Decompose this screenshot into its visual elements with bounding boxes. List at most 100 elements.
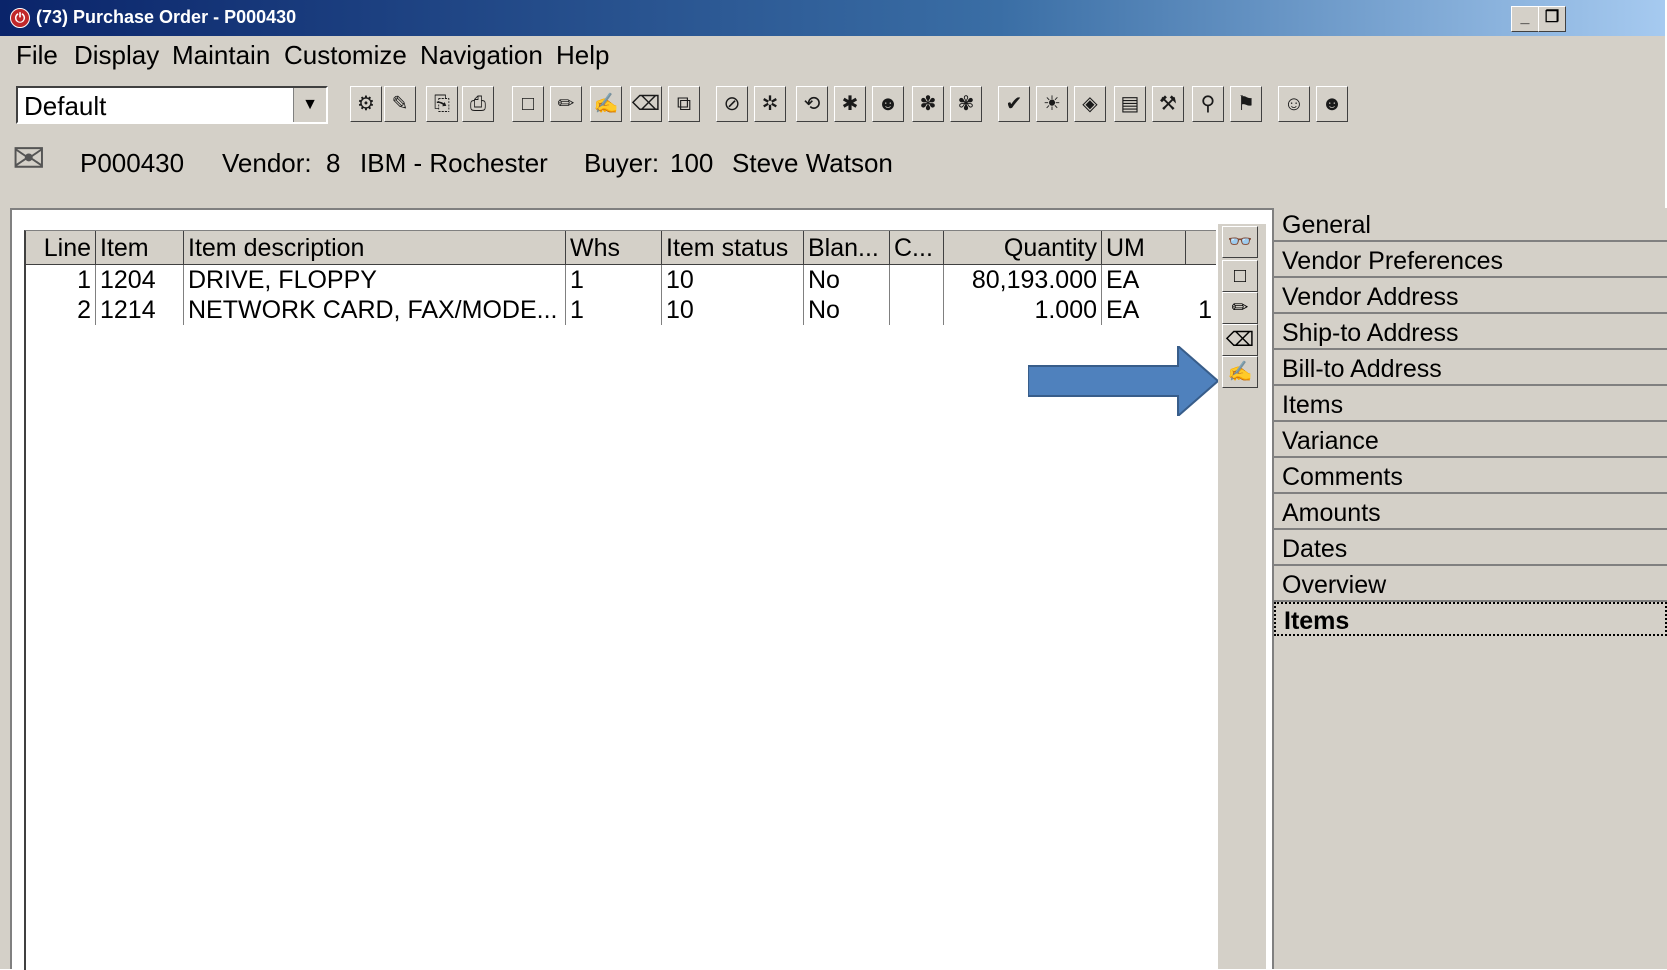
inquiry-icon[interactable]: ⚲	[1192, 86, 1224, 122]
nav-bill-to-address[interactable]: Bill-to Address	[1274, 352, 1667, 386]
receipts-icon[interactable]: ✱	[834, 86, 866, 122]
col-header-um[interactable]: UM	[1102, 231, 1186, 265]
vendor-icon[interactable]: ☻	[872, 86, 904, 122]
schedule-icon[interactable]: ✾	[950, 86, 982, 122]
approve-icon[interactable]: ✔	[998, 86, 1030, 122]
nav-amounts[interactable]: Amounts	[1274, 496, 1667, 530]
menu-help[interactable]: Help	[556, 40, 609, 71]
tools-icon[interactable]: ⚒	[1152, 86, 1184, 122]
title-bar: ⏻ (73) Purchase Order - P000430 _ ❐	[0, 0, 1665, 36]
minimize-button[interactable]: _	[1511, 6, 1539, 32]
buyer-id: 100	[670, 148, 714, 178]
row1-whs[interactable]: 1	[566, 265, 662, 295]
col-header-extra[interactable]	[1186, 231, 1216, 265]
menu-customize[interactable]: Customize	[284, 40, 407, 71]
row2-item[interactable]: 1214	[96, 295, 184, 325]
new-line-icon[interactable]: □	[1222, 260, 1258, 292]
nav-items-active[interactable]: Items	[1274, 602, 1667, 636]
copy-icon[interactable]: ⎘	[426, 86, 458, 122]
restore-button[interactable]: ❐	[1538, 6, 1566, 32]
edit-line-icon[interactable]: ✏	[1222, 292, 1258, 324]
row1-item[interactable]: 1204	[96, 265, 184, 295]
menu-file[interactable]: File	[16, 40, 58, 71]
menu-bar: File Display Maintain Customize Navigati…	[0, 36, 1665, 74]
vendor-id: 8	[326, 148, 341, 178]
line-toolbar: 👓 □ ✏ ⌫ ✍	[1218, 224, 1266, 969]
view-select[interactable]: Default ▼	[16, 86, 328, 124]
row2-status[interactable]: 10	[662, 295, 804, 325]
duplicate-icon[interactable]: ⧉	[668, 86, 700, 122]
view-icon[interactable]: 👓	[1222, 226, 1258, 258]
workflow-icon[interactable]: ⚑	[1230, 86, 1262, 122]
row2-c[interactable]	[890, 295, 944, 325]
lines-icon[interactable]: ✽	[912, 86, 944, 122]
new-icon[interactable]: □	[512, 86, 544, 122]
row1-quantity[interactable]: 80,193.000	[944, 265, 1102, 295]
view-select-value: Default	[24, 91, 107, 121]
nav-items[interactable]: Items	[1274, 388, 1667, 422]
team-icon[interactable]: ☻	[1316, 86, 1348, 122]
edit-icon[interactable]: ✏	[550, 86, 582, 122]
purchase-order-icon: ✉	[12, 137, 46, 181]
edit-notes-icon[interactable]: ✍	[590, 86, 622, 122]
col-header-whs[interactable]: Whs	[566, 231, 662, 265]
col-header-item-status[interactable]: Item status	[662, 231, 804, 265]
row2-description[interactable]: NETWORK CARD, FAX/MODE...	[184, 295, 566, 325]
delete-line-icon[interactable]: ⌫	[1222, 324, 1258, 356]
navigation-panel: General Vendor Preferences Vendor Addres…	[1272, 208, 1667, 969]
row1-line[interactable]: 1	[26, 265, 96, 295]
note-icon[interactable]: ✎	[384, 86, 416, 122]
row2-line[interactable]: 2	[26, 295, 96, 325]
row1-extra[interactable]	[1186, 265, 1216, 295]
col-header-quantity[interactable]: Quantity	[944, 231, 1102, 265]
report-icon[interactable]: ▤	[1114, 86, 1146, 122]
items-grid[interactable]: Line Item Item description Whs Item stat…	[24, 230, 1216, 970]
release-icon[interactable]: ◈	[1074, 86, 1106, 122]
select-icon[interactable]: ⚙	[350, 86, 382, 122]
nav-vendor-preferences[interactable]: Vendor Preferences	[1274, 244, 1667, 278]
nav-ship-to-address[interactable]: Ship-to Address	[1274, 316, 1667, 350]
col-header-description[interactable]: Item description	[184, 231, 566, 265]
nav-vendor-address[interactable]: Vendor Address	[1274, 280, 1667, 314]
buyer-name: Steve Watson	[732, 148, 893, 178]
buyer-label: Buyer:	[584, 148, 660, 178]
row1-um[interactable]: EA	[1102, 265, 1186, 295]
purchase-order-window: ⏻ (73) Purchase Order - P000430 _ ❐ File…	[0, 0, 1667, 970]
nav-general[interactable]: General	[1274, 208, 1667, 242]
edit-notes-icon[interactable]: ✍	[1222, 356, 1258, 388]
print-icon[interactable]: ⎙	[462, 86, 494, 122]
erp-logo-icon: ⏻	[10, 8, 30, 28]
menu-maintain[interactable]: Maintain	[172, 40, 270, 71]
nav-variance[interactable]: Variance	[1274, 424, 1667, 458]
row2-um[interactable]: EA	[1102, 295, 1186, 325]
nav-comments[interactable]: Comments	[1274, 460, 1667, 494]
user-icon[interactable]: ☺	[1278, 86, 1310, 122]
row2-blanket[interactable]: No	[804, 295, 890, 325]
window-title: (73) Purchase Order - P000430	[36, 7, 297, 27]
col-header-blanket[interactable]: Blan...	[804, 231, 890, 265]
po-number: P000430	[80, 148, 185, 178]
row1-c[interactable]	[890, 265, 944, 295]
row1-description[interactable]: DRIVE, FLOPPY	[184, 265, 566, 295]
col-header-item[interactable]: Item	[96, 231, 184, 265]
menu-display[interactable]: Display	[74, 40, 159, 71]
menu-navigation[interactable]: Navigation	[420, 40, 543, 71]
chart-icon[interactable]: ✲	[754, 86, 786, 122]
toolbar: Default ▼ ⚙ ✎ ⎘ ⎙ □ ✏ ✍ ⌫ ⧉ ⊘ ✲ ⟲ ✱ ☻ ✽ …	[0, 80, 1665, 126]
cancel-icon[interactable]: ⊘	[716, 86, 748, 122]
annotation-arrow	[1028, 346, 1218, 416]
action-icon[interactable]: ☀	[1036, 86, 1068, 122]
col-header-c[interactable]: C...	[890, 231, 944, 265]
row2-extra[interactable]: 1	[1186, 295, 1216, 325]
nav-overview[interactable]: Overview	[1274, 568, 1667, 602]
row1-status[interactable]: 10	[662, 265, 804, 295]
col-header-line[interactable]: Line	[26, 231, 96, 265]
row1-blanket[interactable]: No	[804, 265, 890, 295]
row2-whs[interactable]: 1	[566, 295, 662, 325]
row2-quantity[interactable]: 1.000	[944, 295, 1102, 325]
nav-dates[interactable]: Dates	[1274, 532, 1667, 566]
chevron-down-icon[interactable]: ▼	[293, 88, 326, 122]
vendor-name: IBM - Rochester	[360, 148, 548, 178]
history-icon[interactable]: ⟲	[796, 86, 828, 122]
delete-icon[interactable]: ⌫	[630, 86, 662, 122]
